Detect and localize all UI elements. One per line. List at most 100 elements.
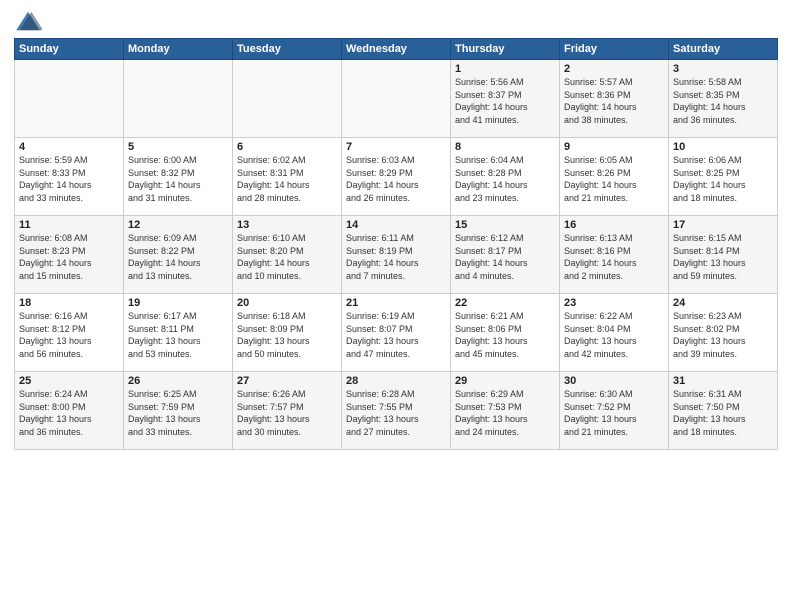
calendar-cell: 6Sunrise: 6:02 AM Sunset: 8:31 PM Daylig… (233, 138, 342, 216)
calendar-cell: 27Sunrise: 6:26 AM Sunset: 7:57 PM Dayli… (233, 372, 342, 450)
calendar-cell: 10Sunrise: 6:06 AM Sunset: 8:25 PM Dayli… (669, 138, 778, 216)
day-number: 26 (128, 375, 228, 387)
calendar-week-row: 18Sunrise: 6:16 AM Sunset: 8:12 PM Dayli… (15, 294, 778, 372)
day-info: Sunrise: 6:26 AM Sunset: 7:57 PM Dayligh… (237, 388, 337, 438)
calendar-cell: 21Sunrise: 6:19 AM Sunset: 8:07 PM Dayli… (342, 294, 451, 372)
day-number: 25 (19, 375, 119, 387)
day-number: 7 (346, 141, 446, 153)
day-number: 23 (564, 297, 664, 309)
day-number: 1 (455, 63, 555, 75)
day-number: 31 (673, 375, 773, 387)
weekday-header-saturday: Saturday (669, 39, 778, 60)
day-info: Sunrise: 6:12 AM Sunset: 8:17 PM Dayligh… (455, 232, 555, 282)
day-info: Sunrise: 6:13 AM Sunset: 8:16 PM Dayligh… (564, 232, 664, 282)
weekday-header-monday: Monday (124, 39, 233, 60)
day-info: Sunrise: 5:58 AM Sunset: 8:35 PM Dayligh… (673, 76, 773, 126)
day-info: Sunrise: 6:22 AM Sunset: 8:04 PM Dayligh… (564, 310, 664, 360)
day-info: Sunrise: 6:24 AM Sunset: 8:00 PM Dayligh… (19, 388, 119, 438)
day-number: 8 (455, 141, 555, 153)
day-number: 21 (346, 297, 446, 309)
calendar-cell: 18Sunrise: 6:16 AM Sunset: 8:12 PM Dayli… (15, 294, 124, 372)
day-number: 14 (346, 219, 446, 231)
calendar-cell: 15Sunrise: 6:12 AM Sunset: 8:17 PM Dayli… (451, 216, 560, 294)
day-number: 24 (673, 297, 773, 309)
day-info: Sunrise: 6:16 AM Sunset: 8:12 PM Dayligh… (19, 310, 119, 360)
day-number: 19 (128, 297, 228, 309)
day-info: Sunrise: 6:31 AM Sunset: 7:50 PM Dayligh… (673, 388, 773, 438)
day-info: Sunrise: 6:17 AM Sunset: 8:11 PM Dayligh… (128, 310, 228, 360)
header (14, 10, 778, 32)
day-info: Sunrise: 6:28 AM Sunset: 7:55 PM Dayligh… (346, 388, 446, 438)
day-info: Sunrise: 6:05 AM Sunset: 8:26 PM Dayligh… (564, 154, 664, 204)
logo-icon (14, 10, 42, 32)
day-number: 29 (455, 375, 555, 387)
weekday-header-wednesday: Wednesday (342, 39, 451, 60)
day-info: Sunrise: 5:56 AM Sunset: 8:37 PM Dayligh… (455, 76, 555, 126)
day-info: Sunrise: 6:04 AM Sunset: 8:28 PM Dayligh… (455, 154, 555, 204)
weekday-header-friday: Friday (560, 39, 669, 60)
calendar-cell: 2Sunrise: 5:57 AM Sunset: 8:36 PM Daylig… (560, 60, 669, 138)
calendar-week-row: 1Sunrise: 5:56 AM Sunset: 8:37 PM Daylig… (15, 60, 778, 138)
day-info: Sunrise: 6:11 AM Sunset: 8:19 PM Dayligh… (346, 232, 446, 282)
calendar-week-row: 11Sunrise: 6:08 AM Sunset: 8:23 PM Dayli… (15, 216, 778, 294)
day-number: 15 (455, 219, 555, 231)
day-info: Sunrise: 6:08 AM Sunset: 8:23 PM Dayligh… (19, 232, 119, 282)
day-number: 20 (237, 297, 337, 309)
day-info: Sunrise: 6:25 AM Sunset: 7:59 PM Dayligh… (128, 388, 228, 438)
weekday-header-row: SundayMondayTuesdayWednesdayThursdayFrid… (15, 39, 778, 60)
day-info: Sunrise: 6:09 AM Sunset: 8:22 PM Dayligh… (128, 232, 228, 282)
calendar-cell: 14Sunrise: 6:11 AM Sunset: 8:19 PM Dayli… (342, 216, 451, 294)
day-number: 11 (19, 219, 119, 231)
calendar-cell (124, 60, 233, 138)
day-info: Sunrise: 6:03 AM Sunset: 8:29 PM Dayligh… (346, 154, 446, 204)
calendar-cell: 16Sunrise: 6:13 AM Sunset: 8:16 PM Dayli… (560, 216, 669, 294)
calendar-cell: 26Sunrise: 6:25 AM Sunset: 7:59 PM Dayli… (124, 372, 233, 450)
page-container: SundayMondayTuesdayWednesdayThursdayFrid… (0, 0, 792, 458)
day-info: Sunrise: 6:06 AM Sunset: 8:25 PM Dayligh… (673, 154, 773, 204)
calendar-cell: 28Sunrise: 6:28 AM Sunset: 7:55 PM Dayli… (342, 372, 451, 450)
calendar-cell: 20Sunrise: 6:18 AM Sunset: 8:09 PM Dayli… (233, 294, 342, 372)
day-number: 3 (673, 63, 773, 75)
calendar-week-row: 25Sunrise: 6:24 AM Sunset: 8:00 PM Dayli… (15, 372, 778, 450)
day-info: Sunrise: 6:15 AM Sunset: 8:14 PM Dayligh… (673, 232, 773, 282)
calendar-cell: 23Sunrise: 6:22 AM Sunset: 8:04 PM Dayli… (560, 294, 669, 372)
day-info: Sunrise: 6:19 AM Sunset: 8:07 PM Dayligh… (346, 310, 446, 360)
day-info: Sunrise: 6:02 AM Sunset: 8:31 PM Dayligh… (237, 154, 337, 204)
day-number: 16 (564, 219, 664, 231)
calendar-cell: 5Sunrise: 6:00 AM Sunset: 8:32 PM Daylig… (124, 138, 233, 216)
calendar-cell: 30Sunrise: 6:30 AM Sunset: 7:52 PM Dayli… (560, 372, 669, 450)
day-number: 27 (237, 375, 337, 387)
calendar-cell: 13Sunrise: 6:10 AM Sunset: 8:20 PM Dayli… (233, 216, 342, 294)
day-number: 5 (128, 141, 228, 153)
calendar-cell: 25Sunrise: 6:24 AM Sunset: 8:00 PM Dayli… (15, 372, 124, 450)
day-info: Sunrise: 5:57 AM Sunset: 8:36 PM Dayligh… (564, 76, 664, 126)
day-number: 4 (19, 141, 119, 153)
day-number: 13 (237, 219, 337, 231)
day-info: Sunrise: 5:59 AM Sunset: 8:33 PM Dayligh… (19, 154, 119, 204)
day-info: Sunrise: 6:29 AM Sunset: 7:53 PM Dayligh… (455, 388, 555, 438)
calendar-cell: 7Sunrise: 6:03 AM Sunset: 8:29 PM Daylig… (342, 138, 451, 216)
calendar-cell: 29Sunrise: 6:29 AM Sunset: 7:53 PM Dayli… (451, 372, 560, 450)
calendar-week-row: 4Sunrise: 5:59 AM Sunset: 8:33 PM Daylig… (15, 138, 778, 216)
weekday-header-tuesday: Tuesday (233, 39, 342, 60)
day-number: 2 (564, 63, 664, 75)
calendar-cell: 3Sunrise: 5:58 AM Sunset: 8:35 PM Daylig… (669, 60, 778, 138)
calendar-cell: 4Sunrise: 5:59 AM Sunset: 8:33 PM Daylig… (15, 138, 124, 216)
calendar-cell: 11Sunrise: 6:08 AM Sunset: 8:23 PM Dayli… (15, 216, 124, 294)
calendar-cell: 24Sunrise: 6:23 AM Sunset: 8:02 PM Dayli… (669, 294, 778, 372)
day-number: 17 (673, 219, 773, 231)
day-number: 12 (128, 219, 228, 231)
day-info: Sunrise: 6:18 AM Sunset: 8:09 PM Dayligh… (237, 310, 337, 360)
day-info: Sunrise: 6:00 AM Sunset: 8:32 PM Dayligh… (128, 154, 228, 204)
calendar-cell: 31Sunrise: 6:31 AM Sunset: 7:50 PM Dayli… (669, 372, 778, 450)
day-info: Sunrise: 6:10 AM Sunset: 8:20 PM Dayligh… (237, 232, 337, 282)
calendar-cell: 22Sunrise: 6:21 AM Sunset: 8:06 PM Dayli… (451, 294, 560, 372)
weekday-header-sunday: Sunday (15, 39, 124, 60)
day-info: Sunrise: 6:30 AM Sunset: 7:52 PM Dayligh… (564, 388, 664, 438)
day-number: 6 (237, 141, 337, 153)
calendar-cell: 1Sunrise: 5:56 AM Sunset: 8:37 PM Daylig… (451, 60, 560, 138)
calendar-cell (15, 60, 124, 138)
calendar-cell: 9Sunrise: 6:05 AM Sunset: 8:26 PM Daylig… (560, 138, 669, 216)
calendar-cell: 8Sunrise: 6:04 AM Sunset: 8:28 PM Daylig… (451, 138, 560, 216)
calendar-cell (233, 60, 342, 138)
